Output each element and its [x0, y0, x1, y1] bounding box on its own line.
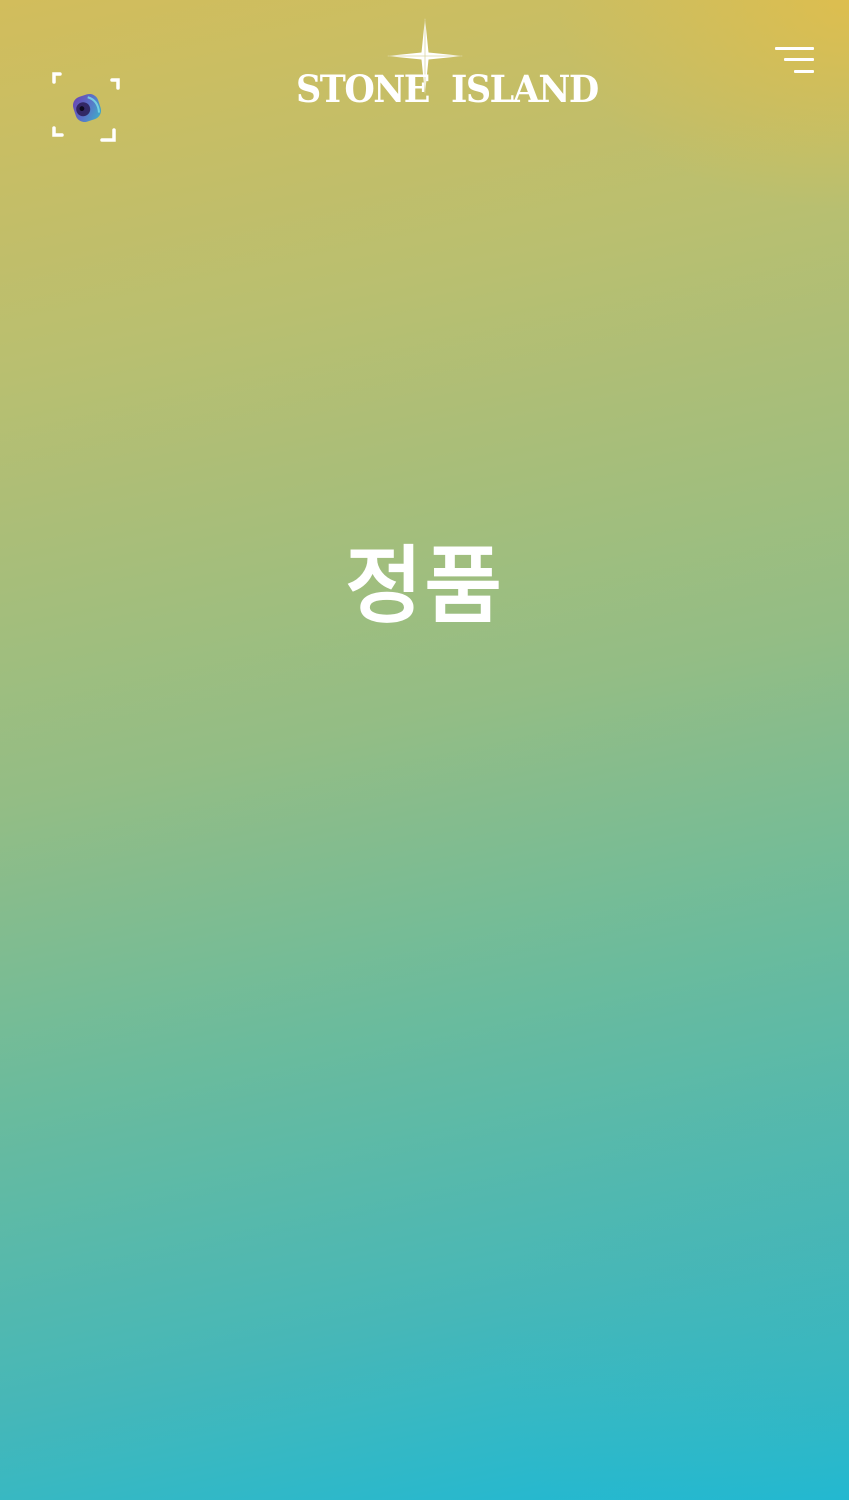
camera-scan-icon	[52, 72, 120, 142]
brand-word-right: ISLAND	[450, 67, 599, 112]
background-gradient	[0, 0, 849, 1500]
authenticity-scan-button[interactable]	[50, 72, 122, 144]
page-title: 정품	[345, 537, 504, 636]
hamburger-menu-button[interactable]	[770, 40, 818, 80]
brand-wordmark: STONE ISLAND	[296, 67, 599, 112]
brand-logo[interactable]: STONE ISLAND	[296, 16, 599, 112]
top-header: STONE ISLAND	[0, 0, 849, 150]
brand-word-left: STONE	[296, 67, 430, 112]
